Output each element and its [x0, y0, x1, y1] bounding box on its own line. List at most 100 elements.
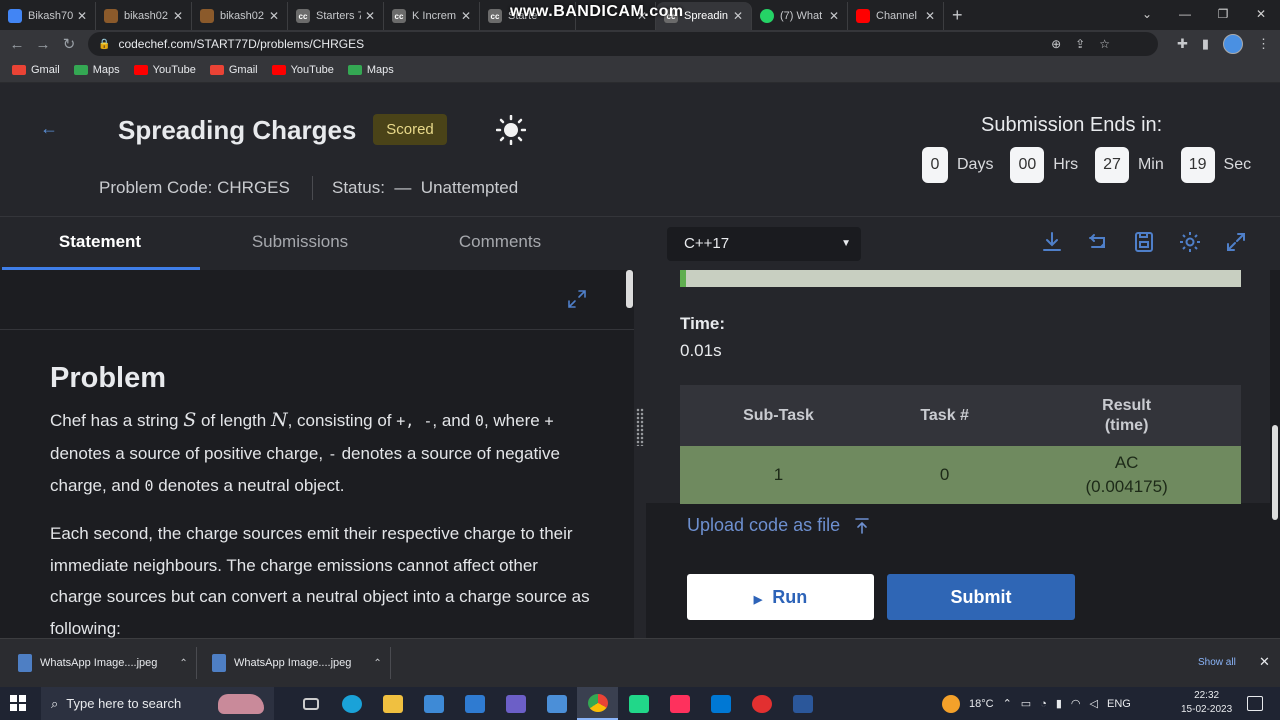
- browser-tab[interactable]: cc K Increm ✕: [384, 2, 480, 30]
- word-icon[interactable]: [782, 687, 823, 720]
- bookmark-gmail[interactable]: Gmail: [209, 64, 258, 76]
- tab-search-icon[interactable]: ⌄: [1128, 0, 1166, 30]
- edge-icon[interactable]: [331, 687, 372, 720]
- bookmark-label: Gmail: [31, 64, 60, 76]
- close-icon[interactable]: ✕: [173, 9, 183, 23]
- statement-pane[interactable]: Problem Chef has a string S of length N,…: [0, 270, 634, 638]
- pane-divider[interactable]: [634, 270, 646, 638]
- bookmark-youtube[interactable]: YouTube: [133, 64, 196, 76]
- temperature[interactable]: 18°C: [969, 698, 994, 710]
- text: denotes a source of positive charge,: [50, 443, 328, 463]
- statement-scrollbar[interactable]: [626, 270, 633, 308]
- intellij-icon[interactable]: [659, 687, 700, 720]
- run-button[interactable]: ▶ Run: [687, 574, 874, 620]
- extensions-puzzle-icon[interactable]: ✚: [1177, 36, 1188, 52]
- timer-seconds-label: Sec: [1223, 156, 1252, 173]
- search-icon: ⌕: [51, 695, 59, 711]
- input-language[interactable]: ENG: [1107, 698, 1131, 710]
- tab-submissions[interactable]: Submissions: [200, 217, 400, 270]
- battery-icon[interactable]: ▭: [1021, 697, 1031, 710]
- back-arrow-icon[interactable]: ←: [40, 118, 58, 139]
- notifications-icon[interactable]: [1247, 696, 1263, 711]
- save-icon[interactable]: [1132, 230, 1156, 254]
- upload-code-link[interactable]: Upload code as file: [687, 515, 870, 536]
- browser-tab[interactable]: (7) What ✕: [752, 2, 848, 30]
- wifi-icon[interactable]: ◠: [1071, 697, 1081, 710]
- codechef-icon: [104, 9, 118, 23]
- close-icon[interactable]: ✕: [461, 9, 471, 23]
- mail-icon[interactable]: [454, 687, 495, 720]
- forward-arrow-icon[interactable]: →: [30, 36, 56, 53]
- resize-grip-icon[interactable]: [636, 408, 644, 446]
- taskbar-search[interactable]: ⌕ Type here to search: [41, 687, 274, 720]
- bookmark-star-icon[interactable]: ☆: [1099, 37, 1110, 51]
- result-scrollbar[interactable]: [1272, 425, 1278, 520]
- side-panel-icon[interactable]: ▮: [1202, 36, 1209, 52]
- chevron-up-icon[interactable]: ⌃: [1003, 697, 1012, 710]
- reset-code-icon[interactable]: [1086, 230, 1110, 254]
- mic-icon[interactable]: ▮: [1056, 697, 1062, 710]
- submit-button[interactable]: Submit: [887, 574, 1075, 620]
- tab-comments[interactable]: Comments: [400, 217, 600, 270]
- maximize-icon[interactable]: ❐: [1204, 0, 1242, 30]
- minimize-icon[interactable]: —: [1166, 0, 1204, 30]
- settings-gear-icon[interactable]: [1178, 230, 1202, 254]
- tab-statement[interactable]: Statement: [0, 217, 200, 270]
- weather-icon[interactable]: [942, 694, 960, 713]
- menu-kebab-icon[interactable]: ⋮: [1257, 36, 1270, 52]
- download-item[interactable]: WhatsApp Image....jpeg ⌃: [212, 639, 382, 687]
- share-icon[interactable]: ⇪: [1075, 37, 1085, 51]
- back-arrow-icon[interactable]: ←: [4, 36, 30, 53]
- show-all-downloads[interactable]: Show all: [1198, 657, 1236, 668]
- close-icon[interactable]: ✕: [829, 9, 839, 23]
- close-icon[interactable]: ✕: [77, 9, 87, 23]
- browser-tab[interactable]: Channel ✕: [848, 2, 944, 30]
- speaker-icon[interactable]: ◁: [1090, 697, 1098, 710]
- browser-tab[interactable]: bikash02 ✕: [96, 2, 192, 30]
- visual-studio-icon[interactable]: [495, 687, 536, 720]
- store-icon[interactable]: [413, 687, 454, 720]
- chrome-icon[interactable]: [577, 687, 618, 720]
- bookmark-youtube[interactable]: YouTube: [271, 64, 334, 76]
- profile-avatar[interactable]: [1223, 34, 1243, 54]
- bandicam-icon[interactable]: [741, 687, 782, 720]
- upload-label: Upload code as file: [687, 515, 841, 535]
- close-icon[interactable]: ✕: [269, 9, 279, 23]
- result-pane: Time: 0.01s Sub-Task Task # Result (time…: [646, 270, 1280, 638]
- task-view-icon[interactable]: [290, 687, 331, 720]
- address-bar[interactable]: 🔒 codechef.com/START77D/problems/CHRGES: [88, 32, 1158, 56]
- new-tab-button[interactable]: +: [952, 2, 963, 30]
- bookmark-maps[interactable]: Maps: [73, 64, 120, 76]
- language-select[interactable]: C++17 ▼: [667, 227, 861, 261]
- expand-icon[interactable]: [566, 288, 588, 310]
- file-explorer-icon[interactable]: [372, 687, 413, 720]
- theme-sun-icon[interactable]: [496, 115, 526, 145]
- taskbar-apps: [290, 687, 823, 720]
- reload-icon[interactable]: ↻: [56, 35, 82, 53]
- close-icon[interactable]: ✕: [1259, 654, 1270, 670]
- close-icon[interactable]: ✕: [733, 9, 743, 23]
- browser-tab[interactable]: bikash02 ✕: [192, 2, 288, 30]
- download-filename: WhatsApp Image....jpeg: [40, 657, 158, 669]
- download-item[interactable]: WhatsApp Image....jpeg ⌃: [18, 639, 188, 687]
- download-icon[interactable]: [1040, 230, 1064, 254]
- close-window-icon[interactable]: ✕: [1242, 0, 1280, 30]
- close-icon[interactable]: ✕: [925, 9, 935, 23]
- fullscreen-expand-icon[interactable]: [1224, 230, 1248, 254]
- browser-tab[interactable]: cc Starters 7 ✕: [288, 2, 384, 30]
- network-icon[interactable]: ◔: [1040, 698, 1047, 710]
- browser-tab[interactable]: Bikash70 ✕: [0, 2, 96, 30]
- chevron-up-icon[interactable]: ⌃: [373, 658, 381, 669]
- chevron-up-icon[interactable]: ⌃: [179, 658, 187, 669]
- vscode-icon[interactable]: [700, 687, 741, 720]
- app-icon[interactable]: [536, 687, 577, 720]
- download-separator: [196, 647, 197, 679]
- bookmark-gmail[interactable]: Gmail: [12, 64, 60, 76]
- taskbar-clock[interactable]: 22:32 15-02-2023: [1181, 689, 1232, 717]
- bookmark-maps[interactable]: Maps: [347, 64, 394, 76]
- windows-start-icon[interactable]: [10, 695, 26, 711]
- close-icon[interactable]: ✕: [365, 9, 375, 23]
- zoom-icon[interactable]: ⊕: [1051, 37, 1061, 51]
- download-filename: WhatsApp Image....jpeg: [234, 657, 352, 669]
- pycharm-icon[interactable]: [618, 687, 659, 720]
